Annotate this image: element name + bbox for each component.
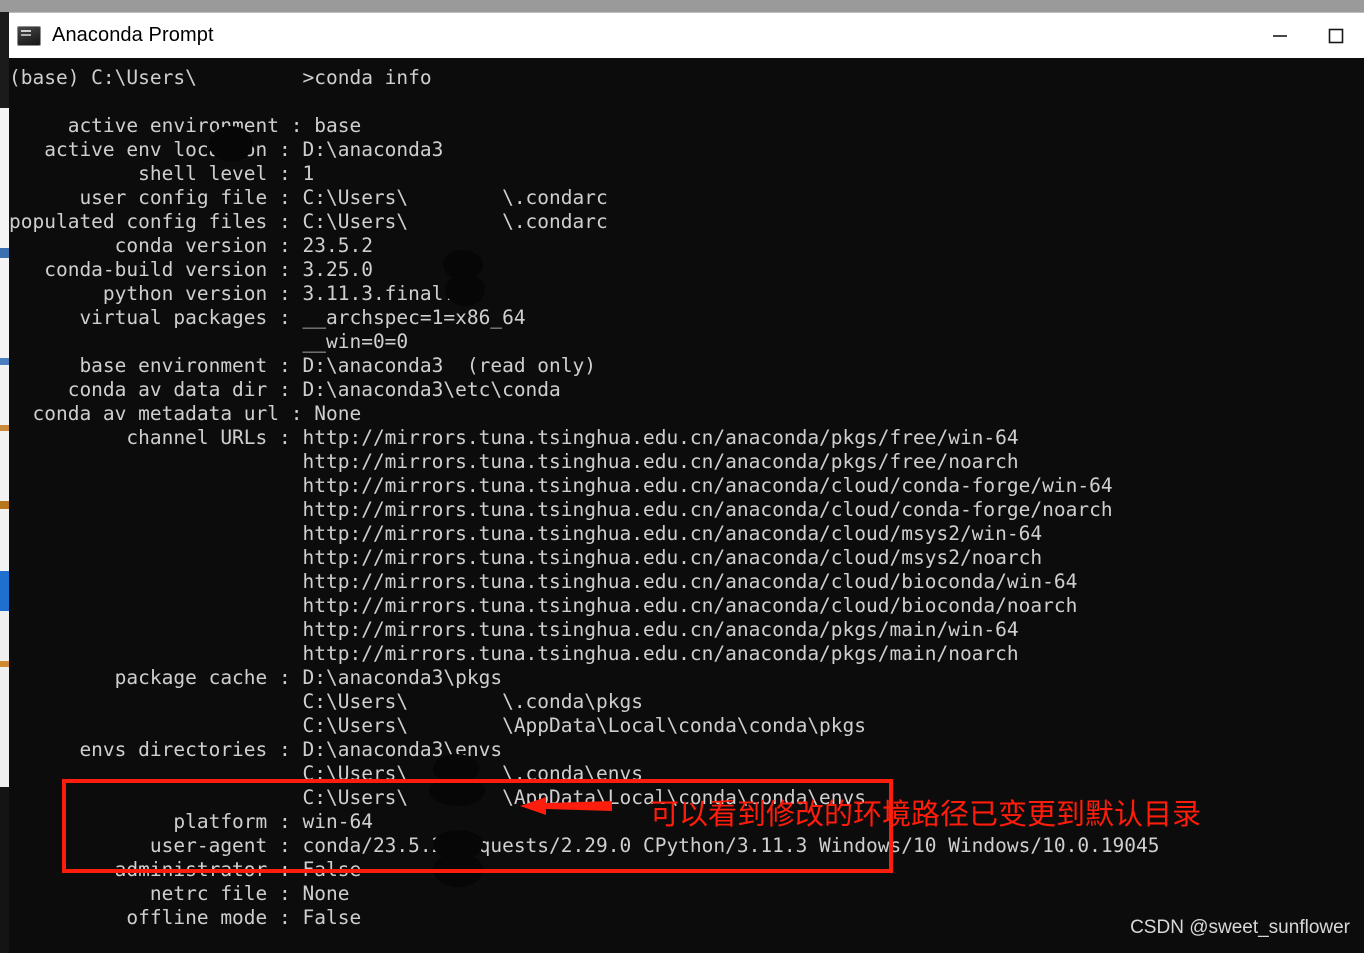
sliver-band (0, 667, 9, 787)
anaconda-prompt-window: Anaconda Prompt (base) C:\Users\ >conda … (9, 12, 1364, 953)
terminal-output-area[interactable]: (base) C:\Users\ >conda info active envi… (9, 58, 1364, 953)
sliver-band (0, 787, 9, 953)
window-controls (1252, 13, 1364, 59)
sliver-band (0, 258, 9, 358)
sliver-band (0, 108, 9, 248)
sliver-band (0, 501, 9, 509)
minimize-icon (1273, 35, 1287, 37)
sliver-band (0, 611, 9, 661)
window-titlebar[interactable]: Anaconda Prompt (9, 12, 1364, 58)
background-window-strip (0, 0, 1364, 12)
background-edge-line (0, 0, 1364, 12)
sliver-band (0, 431, 9, 501)
screen: Anaconda Prompt (base) C:\Users\ >conda … (0, 0, 1364, 953)
sliver-band (0, 12, 9, 108)
terminal-prompt-line: (base) C:\Users\ >conda info (9, 66, 432, 89)
sliver-band (0, 509, 9, 571)
window-title: Anaconda Prompt (52, 24, 214, 46)
maximize-icon (1328, 28, 1344, 44)
sliver-band (0, 571, 9, 611)
sliver-band (0, 358, 9, 365)
sliver-band (0, 365, 9, 425)
sliver-band (0, 248, 9, 258)
annotation-note: 可以看到修改的环境路径已变更到默认目录 (650, 797, 1202, 831)
csdn-watermark: CSDN @sweet_sunflower (1130, 917, 1350, 938)
background-window-sliver (0, 12, 9, 953)
maximize-button[interactable] (1308, 13, 1364, 59)
minimize-button[interactable] (1252, 13, 1308, 59)
console-window-icon (17, 25, 41, 46)
